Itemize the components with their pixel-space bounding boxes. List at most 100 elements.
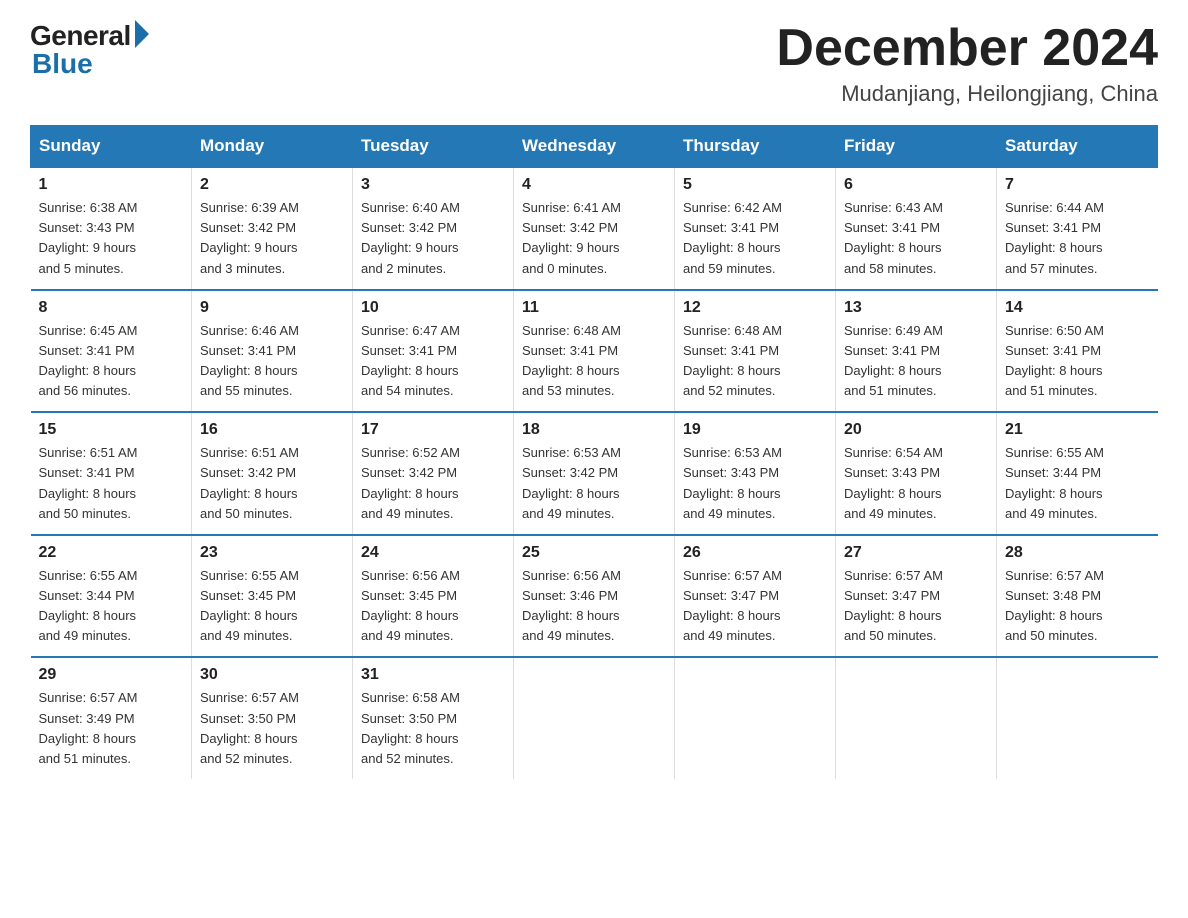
day-number: 20	[844, 421, 988, 439]
location-title: Mudanjiang, Heilongjiang, China	[776, 81, 1158, 107]
calendar-cell: 1 Sunrise: 6:38 AM Sunset: 3:43 PM Daylig…	[31, 167, 192, 290]
calendar-cell: 7 Sunrise: 6:44 AM Sunset: 3:41 PM Daylig…	[997, 167, 1158, 290]
day-number: 4	[522, 176, 666, 194]
day-info: Sunrise: 6:41 AM Sunset: 3:42 PM Dayligh…	[522, 198, 666, 279]
day-number: 31	[361, 666, 505, 684]
col-header-saturday: Saturday	[997, 126, 1158, 168]
day-number: 1	[39, 176, 184, 194]
calendar-week-4: 22Sunrise: 6:55 AM Sunset: 3:44 PM Dayli…	[31, 535, 1158, 658]
day-number: 15	[39, 421, 184, 439]
calendar-cell: 9 Sunrise: 6:46 AM Sunset: 3:41 PM Daylig…	[192, 290, 353, 413]
day-number: 13	[844, 299, 988, 317]
day-number: 10	[361, 299, 505, 317]
day-info: Sunrise: 6:44 AM Sunset: 3:41 PM Dayligh…	[1005, 198, 1150, 279]
day-number: 11	[522, 299, 666, 317]
day-info: Sunrise: 6:51 AM Sunset: 3:41 PM Dayligh…	[39, 443, 184, 524]
day-info: Sunrise: 6:52 AM Sunset: 3:42 PM Dayligh…	[361, 443, 505, 524]
day-info: Sunrise: 6:51 AM Sunset: 3:42 PM Dayligh…	[200, 443, 344, 524]
day-number: 18	[522, 421, 666, 439]
day-number: 12	[683, 299, 827, 317]
calendar-cell	[836, 657, 997, 779]
calendar-cell: 8 Sunrise: 6:45 AM Sunset: 3:41 PM Daylig…	[31, 290, 192, 413]
day-info: Sunrise: 6:55 AM Sunset: 3:44 PM Dayligh…	[1005, 443, 1150, 524]
day-info: Sunrise: 6:48 AM Sunset: 3:41 PM Dayligh…	[522, 321, 666, 402]
day-number: 25	[522, 544, 666, 562]
calendar-cell: 14Sunrise: 6:50 AM Sunset: 3:41 PM Dayli…	[997, 290, 1158, 413]
calendar-cell: 20 Sunrise: 6:54 AM Sunset: 3:43 PM Dayli…	[836, 412, 997, 535]
day-info: Sunrise: 6:39 AM Sunset: 3:42 PM Dayligh…	[200, 198, 344, 279]
calendar-cell: 5Sunrise: 6:42 AM Sunset: 3:41 PM Daylig…	[675, 167, 836, 290]
calendar-cell: 31 Sunrise: 6:58 AM Sunset: 3:50 PM Dayli…	[353, 657, 514, 779]
day-number: 21	[1005, 421, 1150, 439]
day-number: 14	[1005, 299, 1150, 317]
day-info: Sunrise: 6:54 AM Sunset: 3:43 PM Dayligh…	[844, 443, 988, 524]
day-info: Sunrise: 6:49 AM Sunset: 3:41 PM Dayligh…	[844, 321, 988, 402]
day-number: 7	[1005, 176, 1150, 194]
day-info: Sunrise: 6:55 AM Sunset: 3:44 PM Dayligh…	[39, 566, 184, 647]
col-header-friday: Friday	[836, 126, 997, 168]
day-number: 28	[1005, 544, 1150, 562]
day-info: Sunrise: 6:56 AM Sunset: 3:46 PM Dayligh…	[522, 566, 666, 647]
calendar-cell: 11 Sunrise: 6:48 AM Sunset: 3:41 PM Dayli…	[514, 290, 675, 413]
day-info: Sunrise: 6:57 AM Sunset: 3:50 PM Dayligh…	[200, 688, 344, 769]
day-number: 5	[683, 176, 827, 194]
calendar-week-3: 15 Sunrise: 6:51 AM Sunset: 3:41 PM Dayli…	[31, 412, 1158, 535]
calendar-cell: 4 Sunrise: 6:41 AM Sunset: 3:42 PM Daylig…	[514, 167, 675, 290]
logo-blue-text: Blue	[30, 48, 93, 80]
day-number: 6	[844, 176, 988, 194]
day-number: 24	[361, 544, 505, 562]
day-info: Sunrise: 6:57 AM Sunset: 3:49 PM Dayligh…	[39, 688, 184, 769]
logo: General Blue	[30, 20, 149, 80]
calendar-cell: 12 Sunrise: 6:48 AM Sunset: 3:41 PM Dayli…	[675, 290, 836, 413]
calendar-cell: 2Sunrise: 6:39 AM Sunset: 3:42 PM Daylig…	[192, 167, 353, 290]
day-number: 27	[844, 544, 988, 562]
day-number: 9	[200, 299, 344, 317]
day-info: Sunrise: 6:58 AM Sunset: 3:50 PM Dayligh…	[361, 688, 505, 769]
title-block: December 2024 Mudanjiang, Heilongjiang, …	[776, 20, 1158, 107]
day-number: 29	[39, 666, 184, 684]
calendar-cell: 17 Sunrise: 6:52 AM Sunset: 3:42 PM Dayli…	[353, 412, 514, 535]
day-info: Sunrise: 6:57 AM Sunset: 3:47 PM Dayligh…	[683, 566, 827, 647]
calendar-week-5: 29 Sunrise: 6:57 AM Sunset: 3:49 PM Dayli…	[31, 657, 1158, 779]
calendar-cell: 6 Sunrise: 6:43 AM Sunset: 3:41 PM Daylig…	[836, 167, 997, 290]
calendar-cell: 15 Sunrise: 6:51 AM Sunset: 3:41 PM Dayli…	[31, 412, 192, 535]
day-number: 3	[361, 176, 505, 194]
logo-triangle-icon	[135, 20, 149, 48]
day-number: 16	[200, 421, 344, 439]
calendar-cell: 24 Sunrise: 6:56 AM Sunset: 3:45 PM Dayli…	[353, 535, 514, 658]
calendar-cell: 27 Sunrise: 6:57 AM Sunset: 3:47 PM Dayli…	[836, 535, 997, 658]
calendar-cell: 23Sunrise: 6:55 AM Sunset: 3:45 PM Dayli…	[192, 535, 353, 658]
calendar-cell	[514, 657, 675, 779]
day-number: 19	[683, 421, 827, 439]
calendar-cell: 21 Sunrise: 6:55 AM Sunset: 3:44 PM Dayli…	[997, 412, 1158, 535]
day-info: Sunrise: 6:43 AM Sunset: 3:41 PM Dayligh…	[844, 198, 988, 279]
day-info: Sunrise: 6:46 AM Sunset: 3:41 PM Dayligh…	[200, 321, 344, 402]
calendar-cell	[997, 657, 1158, 779]
page-header: General Blue December 2024 Mudanjiang, H…	[30, 20, 1158, 107]
calendar-week-1: 1 Sunrise: 6:38 AM Sunset: 3:43 PM Daylig…	[31, 167, 1158, 290]
col-header-thursday: Thursday	[675, 126, 836, 168]
calendar-cell: 3 Sunrise: 6:40 AM Sunset: 3:42 PM Daylig…	[353, 167, 514, 290]
day-info: Sunrise: 6:40 AM Sunset: 3:42 PM Dayligh…	[361, 198, 505, 279]
day-info: Sunrise: 6:53 AM Sunset: 3:42 PM Dayligh…	[522, 443, 666, 524]
calendar-week-2: 8 Sunrise: 6:45 AM Sunset: 3:41 PM Daylig…	[31, 290, 1158, 413]
day-number: 17	[361, 421, 505, 439]
day-info: Sunrise: 6:56 AM Sunset: 3:45 PM Dayligh…	[361, 566, 505, 647]
day-info: Sunrise: 6:57 AM Sunset: 3:47 PM Dayligh…	[844, 566, 988, 647]
calendar-cell: 13 Sunrise: 6:49 AM Sunset: 3:41 PM Dayli…	[836, 290, 997, 413]
day-info: Sunrise: 6:47 AM Sunset: 3:41 PM Dayligh…	[361, 321, 505, 402]
day-info: Sunrise: 6:48 AM Sunset: 3:41 PM Dayligh…	[683, 321, 827, 402]
calendar-cell: 29 Sunrise: 6:57 AM Sunset: 3:49 PM Dayli…	[31, 657, 192, 779]
calendar-cell	[675, 657, 836, 779]
col-header-monday: Monday	[192, 126, 353, 168]
month-title: December 2024	[776, 20, 1158, 77]
day-info: Sunrise: 6:38 AM Sunset: 3:43 PM Dayligh…	[39, 198, 184, 279]
calendar-cell: 26Sunrise: 6:57 AM Sunset: 3:47 PM Dayli…	[675, 535, 836, 658]
day-info: Sunrise: 6:55 AM Sunset: 3:45 PM Dayligh…	[200, 566, 344, 647]
day-info: Sunrise: 6:45 AM Sunset: 3:41 PM Dayligh…	[39, 321, 184, 402]
col-header-sunday: Sunday	[31, 126, 192, 168]
day-number: 30	[200, 666, 344, 684]
day-number: 8	[39, 299, 184, 317]
day-info: Sunrise: 6:53 AM Sunset: 3:43 PM Dayligh…	[683, 443, 827, 524]
calendar-cell: 18 Sunrise: 6:53 AM Sunset: 3:42 PM Dayli…	[514, 412, 675, 535]
